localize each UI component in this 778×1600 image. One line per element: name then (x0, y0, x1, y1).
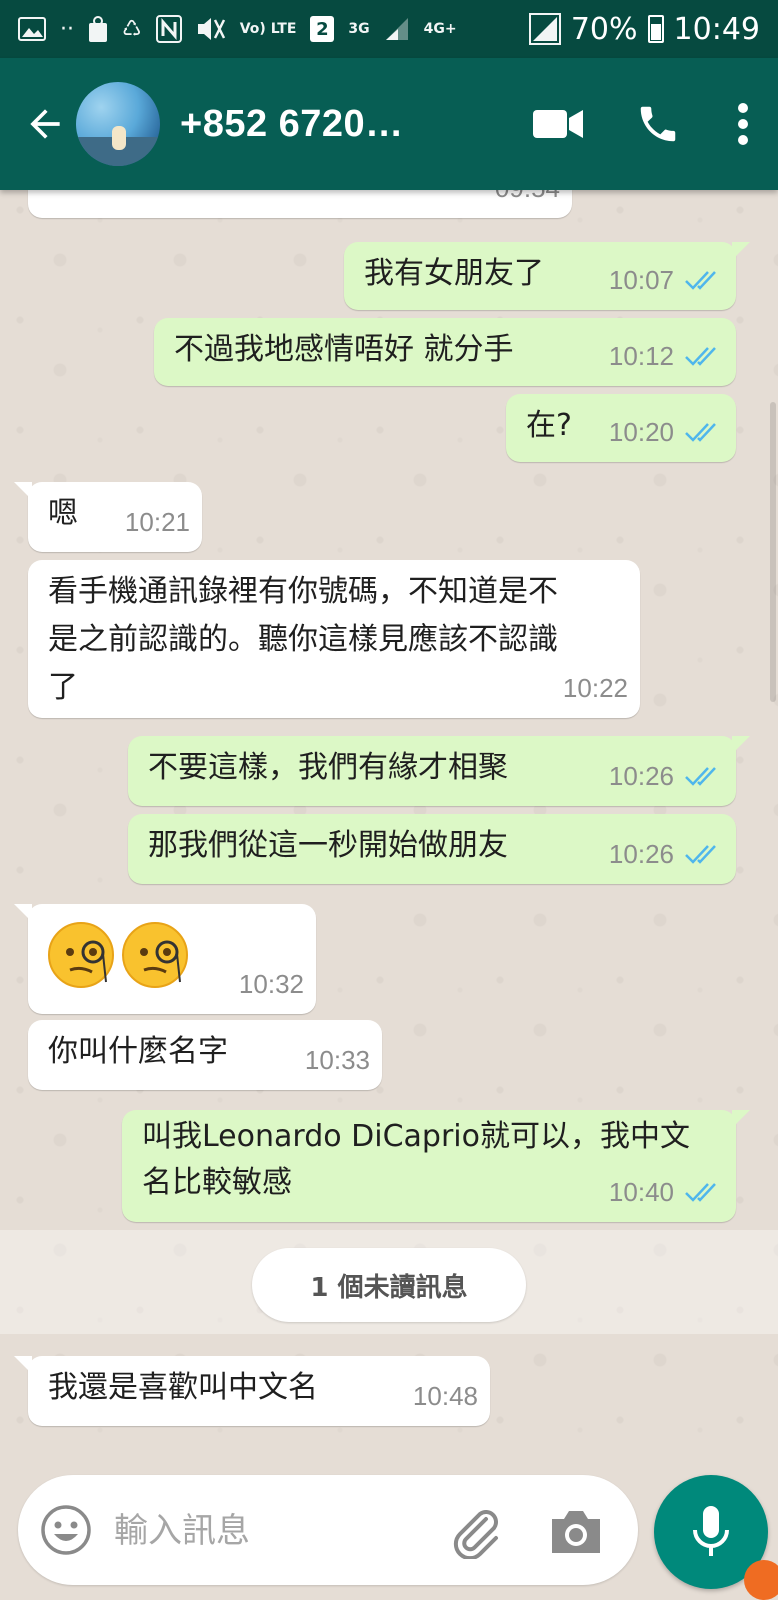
clock: 10:49 (673, 11, 760, 47)
message-outgoing[interactable]: 我有女朋友了 10:07 (344, 242, 750, 310)
message-time: 10:26 (608, 761, 674, 791)
message-text: 不要這樣，我們有緣才相聚 (148, 750, 508, 785)
message-time: 10:12 (608, 341, 674, 371)
message-incoming[interactable]: 嗯 10:21 (14, 482, 202, 552)
contact-name[interactable]: +852 6720… (180, 103, 404, 146)
message-time: 10:22 (562, 673, 628, 703)
emoji-icon[interactable] (40, 1504, 92, 1556)
network-type-label: 3G (348, 21, 370, 37)
battery-percent: 70% (570, 11, 638, 47)
monocle-face-emoji-icon (122, 922, 188, 988)
floating-app-bubble[interactable] (744, 1560, 778, 1600)
battery-icon (647, 15, 664, 43)
message-input[interactable] (114, 1505, 434, 1557)
recycle-icon: ♺ (122, 16, 142, 42)
message-time: 10:48 (412, 1381, 478, 1411)
avatar[interactable] (76, 82, 160, 166)
message-incoming[interactable]: 你叫什麼名字 10:33 (28, 1020, 382, 1090)
read-ticks-icon (685, 271, 716, 290)
read-ticks-icon (685, 423, 716, 442)
message-incoming[interactable]: 10:32 (14, 904, 316, 1014)
message-outgoing[interactable]: 不過我地感情唔好 就分手 10:12 (154, 318, 736, 386)
read-ticks-icon (685, 767, 716, 786)
camera-icon[interactable] (548, 1505, 604, 1557)
message-incoming[interactable]: 我還是喜歡叫中文名 10:48 (14, 1356, 490, 1426)
message-text: 我有女朋友了 (364, 256, 544, 291)
message-time: 10:33 (304, 1045, 370, 1075)
phone-icon (640, 106, 676, 142)
more-notifications-icon: ·· (60, 16, 74, 42)
message-outgoing[interactable]: 在? 10:20 (506, 394, 736, 462)
chat-area[interactable]: 09:54 我有女朋友了 10:07 不過我地感情唔好 就分手 10:12 在?… (0, 190, 778, 1448)
unread-messages-label: 1 個未讀訊息 (252, 1248, 526, 1322)
sim-slot-icon: 2 (310, 16, 335, 42)
message-text: 你叫什麼名字 (48, 1034, 228, 1069)
network-type2-label: 4G+ (423, 21, 457, 37)
message-text: 看手機通訊錄裡有你號碼，不知道是不是之前認識的。聽你這樣見應該不認識了 (48, 574, 558, 705)
message-time: 10:21 (124, 507, 190, 537)
message-composer (18, 1475, 638, 1585)
signal-icon (384, 16, 410, 42)
voice-call-button[interactable] (608, 84, 708, 164)
monocle-face-emoji-icon (48, 922, 114, 988)
message-time: 10:20 (608, 417, 674, 447)
read-ticks-icon (685, 347, 716, 366)
read-ticks-icon (685, 845, 716, 864)
message-outgoing[interactable]: 叫我Leonardo DiCaprio就可以，我中文名比較敏感 10:40 (122, 1110, 750, 1222)
message-text: 嗯 (48, 496, 78, 531)
attachment-icon[interactable] (448, 1503, 504, 1559)
message-time: 09:54 (495, 190, 560, 212)
volte-icon: Vo) LTE (239, 21, 297, 37)
message-outgoing[interactable]: 不要這樣，我們有緣才相聚 10:26 (128, 736, 750, 806)
message-incoming[interactable]: 看手機通訊錄裡有你號碼，不知道是不是之前認識的。聽你這樣見應該不認識了 10:2… (28, 560, 640, 718)
message-outgoing[interactable]: 那我們從這一秒開始做朋友 10:26 (128, 814, 736, 884)
signal-full-icon (528, 13, 561, 45)
lock-app-icon (88, 15, 108, 43)
status-bar: ·· ♺ Vo) LTE 2 3G 4G+ 70% 10:49 (0, 0, 778, 58)
arrow-left-icon (30, 109, 60, 139)
message-incoming[interactable]: 09:54 (28, 190, 572, 218)
video-call-button[interactable] (508, 84, 608, 164)
message-time: 10:40 (608, 1177, 674, 1207)
more-options-button[interactable] (708, 84, 778, 164)
message-text: 在? (526, 408, 572, 443)
scrollbar[interactable] (770, 402, 776, 702)
more-vert-icon (738, 103, 748, 145)
back-button[interactable] (10, 89, 80, 159)
gallery-icon (18, 17, 46, 41)
read-ticks-icon (685, 1183, 716, 1202)
message-text: 那我們從這一秒開始做朋友 (148, 828, 508, 863)
video-camera-icon (533, 110, 583, 138)
message-text: 不過我地感情唔好 就分手 (174, 332, 514, 367)
message-text: 我還是喜歡叫中文名 (48, 1370, 318, 1405)
mute-icon (196, 16, 226, 42)
nfc-icon (155, 15, 182, 43)
message-time: 10:26 (608, 839, 674, 869)
message-time: 10:32 (238, 969, 304, 999)
chat-header: +852 6720… (0, 58, 778, 190)
microphone-icon (693, 1506, 729, 1556)
message-time: 10:07 (608, 265, 674, 295)
